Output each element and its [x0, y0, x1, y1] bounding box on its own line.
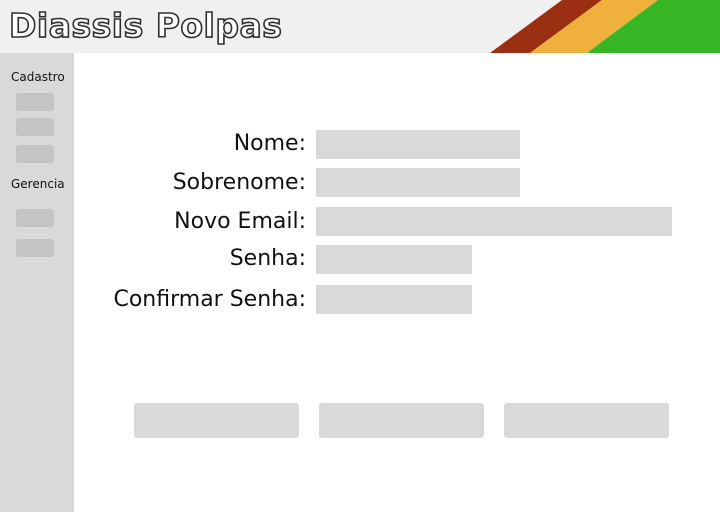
- sobrenome-input[interactable]: [316, 168, 520, 197]
- sobrenome-label: Sobrenome:: [172, 170, 306, 195]
- sidebar-item-cadastro-3[interactable]: [16, 145, 54, 163]
- action-button-1[interactable]: [134, 403, 299, 438]
- confirmar-senha-label: Confirmar Senha:: [113, 287, 306, 312]
- action-button-3[interactable]: [504, 403, 669, 438]
- nome-label: Nome:: [233, 131, 306, 156]
- novo-email-input[interactable]: [316, 207, 672, 236]
- sidebar-item-cadastro-1[interactable]: [16, 93, 54, 111]
- confirmar-senha-input[interactable]: [316, 285, 472, 314]
- senha-label: Senha:: [229, 246, 306, 271]
- app-header: Diassis Polpas: [0, 0, 720, 53]
- decorative-stripes: [490, 0, 720, 53]
- sidebar-section-cadastro: Cadastro: [11, 70, 65, 84]
- action-button-2[interactable]: [319, 403, 484, 438]
- nome-input[interactable]: [316, 130, 520, 159]
- novo-email-label: Novo Email:: [174, 209, 306, 234]
- sidebar: Cadastro Gerencia: [0, 53, 74, 512]
- sidebar-item-gerencia-2[interactable]: [16, 239, 54, 257]
- sidebar-item-cadastro-2[interactable]: [16, 118, 54, 136]
- app-title: Diassis Polpas: [8, 5, 283, 46]
- sidebar-item-gerencia-1[interactable]: [16, 209, 54, 227]
- sidebar-section-gerencia: Gerencia: [11, 177, 65, 191]
- senha-input[interactable]: [316, 245, 472, 274]
